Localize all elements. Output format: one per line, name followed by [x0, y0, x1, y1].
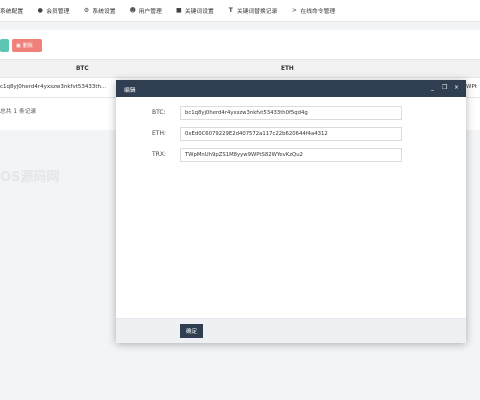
person-icon: ☻	[129, 6, 136, 14]
form-row-trx: TRX:	[116, 148, 466, 162]
delete-button-label: 删除	[22, 43, 33, 49]
btc-field[interactable]	[180, 106, 402, 120]
maximize-icon[interactable]: ❐	[442, 84, 447, 91]
confirm-button[interactable]: 确定	[180, 324, 203, 338]
user-icon: ●	[37, 6, 43, 14]
nav-item-label: 系统配置	[0, 9, 24, 15]
delete-button[interactable]: ▣ 删除	[12, 39, 42, 52]
gear-icon: ⚙	[83, 6, 90, 14]
nav-item-label: 用户管理	[138, 9, 162, 15]
dialog-title: 编辑	[124, 88, 136, 94]
cell-btc: c1q8yj0herd4r4yxszw3nkfvt53433th...	[0, 84, 107, 90]
nav-item-settings[interactable]: ⚙ 系统设置	[76, 0, 122, 22]
form-row-btc: BTC:	[116, 106, 466, 120]
edit-dialog: 编辑 _ ❐ × BTC: ETH: TRX: 确定	[116, 80, 466, 343]
table-header: BTC ETH	[0, 59, 480, 78]
column-header-btc: BTC	[76, 66, 89, 72]
watermark: OS源码网	[0, 170, 60, 185]
minimize-icon[interactable]: _	[431, 84, 434, 91]
add-button[interactable]	[0, 39, 9, 52]
nav-item-label: 会员管理	[46, 9, 70, 15]
text-icon: T	[228, 6, 233, 14]
eth-label: ETH:	[152, 130, 166, 137]
document-icon: ■	[175, 6, 182, 14]
nav-item-online-commands[interactable]: > 在线命令管理	[284, 0, 342, 22]
trx-label: TRX:	[152, 151, 166, 158]
form-row-eth: ETH:	[116, 127, 466, 141]
nav-item-label: 关键词设置	[184, 9, 214, 15]
dialog-header: 编辑 _ ❐ ×	[116, 80, 466, 97]
dialog-body: BTC: ETH: TRX:	[116, 97, 466, 318]
cell-trx: WPt	[466, 84, 477, 90]
dialog-footer: 确定	[116, 318, 466, 343]
nav-item-label: 关键词替换记录	[236, 9, 278, 15]
record-count: 总共 1 条记录	[0, 109, 37, 115]
close-icon[interactable]: ×	[454, 84, 459, 91]
eth-field[interactable]	[180, 127, 402, 141]
nav-item-system-config[interactable]: 系统配置	[0, 0, 30, 22]
column-header-eth: ETH	[281, 66, 294, 72]
terminal-icon: >	[291, 6, 297, 14]
nav-item-users[interactable]: ☻ 用户管理	[123, 0, 169, 22]
nav-item-keywords[interactable]: ■ 关键词设置	[169, 0, 221, 22]
nav-item-members[interactable]: ● 会员管理	[30, 0, 76, 22]
btc-label: BTC:	[152, 109, 166, 116]
nav-item-label: 在线命令管理	[300, 9, 336, 15]
trash-icon: ▣	[16, 42, 21, 49]
trx-field[interactable]	[180, 148, 402, 162]
nav-item-label: 系统设置	[92, 9, 116, 15]
top-nav: 系统配置 ● 会员管理 ⚙ 系统设置 ☻ 用户管理 ■ 关键词设置 T 关键词替…	[0, 0, 480, 22]
nav-item-keyword-replace[interactable]: T 关键词替换记录	[221, 0, 285, 22]
